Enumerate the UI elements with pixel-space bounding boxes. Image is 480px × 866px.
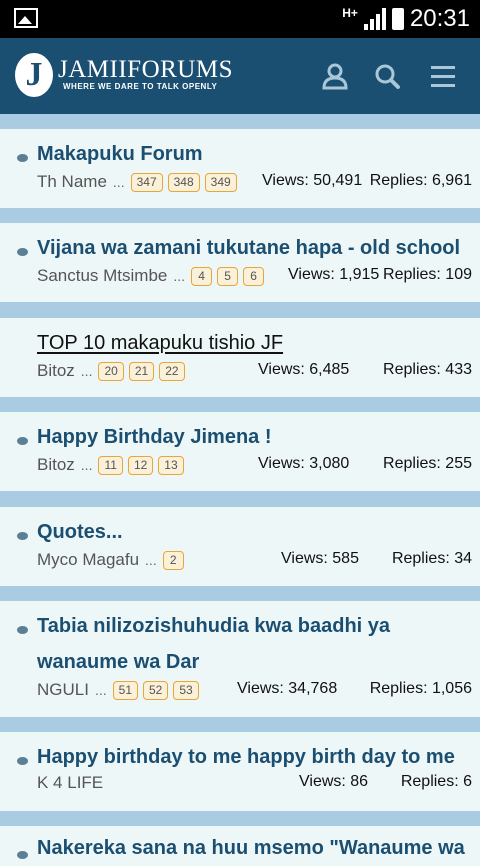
thread-author: Bitoz... 20 21 22 bbox=[37, 361, 185, 382]
logo-name[interactable]: JAMIIFORUMS bbox=[58, 56, 233, 84]
page-link[interactable]: 20 bbox=[98, 362, 124, 382]
views-count: Views: 585 bbox=[281, 550, 359, 567]
thread-author: Th Name... 347 348 349 bbox=[37, 172, 237, 193]
views-count: Views: 6,485 bbox=[258, 361, 350, 378]
thread-author: K 4 LIFE bbox=[37, 773, 104, 792]
thread-author: NGULI... 51 52 53 bbox=[37, 680, 199, 701]
page-link[interactable]: 52 bbox=[143, 681, 169, 701]
unread-indicator-icon bbox=[17, 154, 28, 162]
page-link[interactable]: 13 bbox=[158, 456, 184, 476]
thread-title[interactable]: Vijana wa zamani tukutane hapa - old sch… bbox=[37, 237, 460, 260]
unread-indicator-icon bbox=[17, 437, 28, 445]
unread-indicator-icon bbox=[17, 851, 28, 859]
thread-row[interactable]: Happy birthday to me happy birth day to … bbox=[0, 732, 480, 811]
page-link[interactable]: 347 bbox=[130, 173, 163, 193]
image-notification-icon bbox=[14, 8, 38, 28]
network-type: H+ bbox=[342, 6, 358, 20]
signal-icon bbox=[363, 8, 386, 30]
views-count: Views: 3,080 bbox=[258, 455, 350, 472]
thread-title[interactable]: Quotes... bbox=[37, 521, 123, 544]
thread-title[interactable]: Happy Birthday Jimena ! bbox=[37, 426, 272, 449]
thread-author: Sanctus Mtsimbe... 4 5 6 bbox=[37, 266, 265, 287]
thread-row[interactable]: Nakereka sana na huu msemo "Wanaume wa bbox=[0, 826, 480, 866]
views-count: Views: 1,915 bbox=[288, 266, 380, 283]
search-icon[interactable] bbox=[373, 62, 401, 90]
page-link[interactable]: 4 bbox=[191, 267, 213, 287]
page-link[interactable]: 5 bbox=[217, 267, 239, 287]
logo-icon[interactable]: J bbox=[15, 53, 53, 97]
page-link[interactable]: 348 bbox=[167, 173, 200, 193]
user-account-icon[interactable] bbox=[321, 62, 349, 90]
unread-indicator-icon bbox=[17, 532, 28, 540]
views-count: Views: 86 bbox=[299, 773, 369, 790]
page-link[interactable]: 349 bbox=[204, 173, 237, 193]
replies-count: Replies: 1,056 bbox=[369, 680, 472, 697]
replies-count: Replies: 109 bbox=[383, 266, 472, 283]
menu-icon[interactable] bbox=[429, 62, 457, 90]
page-link[interactable]: 21 bbox=[128, 362, 155, 382]
replies-count: Replies: 6 bbox=[400, 773, 472, 790]
thread-row[interactable]: Happy Birthday Jimena ! Bitoz... 11 12 13 V… bbox=[0, 412, 480, 491]
thread-title-line1[interactable]: Tabia nilizozishuhudia kwa baadhi ya bbox=[37, 615, 390, 638]
page-link[interactable]: 22 bbox=[159, 362, 185, 382]
unread-indicator-icon bbox=[17, 248, 28, 256]
thread-row[interactable]: Makapuku Forum Th Name... 347 348 349 Views… bbox=[0, 129, 480, 208]
unread-indicator-icon bbox=[17, 626, 28, 634]
battery-charging-icon bbox=[391, 8, 404, 30]
page-link[interactable]: 51 bbox=[112, 681, 138, 701]
replies-count: Replies: 433 bbox=[383, 361, 472, 378]
thread-title[interactable]: Happy birthday to me happy birth day to … bbox=[37, 746, 455, 769]
page-link[interactable]: 53 bbox=[173, 681, 199, 701]
thread-title[interactable]: TOP 10 makapuku tishio JF bbox=[37, 332, 283, 355]
thread-row[interactable]: Vijana wa zamani tukutane hapa - old sch… bbox=[0, 223, 480, 302]
page-link[interactable]: 6 bbox=[243, 267, 265, 287]
app-header: J JAMIIFORUMS WHERE WE DARE TO TALK OPEN… bbox=[0, 38, 480, 114]
status-bar: H+ 20:31 bbox=[0, 0, 480, 38]
unread-indicator-icon bbox=[17, 757, 28, 765]
thread-row[interactable]: TOP 10 makapuku tishio JF Bitoz... 20 21 22… bbox=[0, 318, 480, 397]
thread-row[interactable]: Tabia nilizozishuhudia kwa baadhi ya wan… bbox=[0, 601, 480, 717]
views-count: Views: 50,491 bbox=[262, 172, 363, 189]
thread-title-line2[interactable]: wanaume wa Dar bbox=[37, 651, 199, 674]
logo-tagline: WHERE WE DARE TO TALK OPENLY bbox=[63, 82, 218, 91]
page-link[interactable]: 12 bbox=[127, 456, 154, 476]
replies-count: Replies: 34 bbox=[391, 550, 472, 567]
page-link[interactable]: 2 bbox=[162, 551, 184, 571]
thread-author: Myco Magafu... 2 bbox=[37, 550, 184, 571]
thread-title[interactable]: Nakereka sana na huu msemo "Wanaume wa bbox=[37, 837, 465, 860]
page-link[interactable]: 11 bbox=[98, 456, 123, 476]
views-count: Views: 34,768 bbox=[237, 680, 338, 697]
replies-count: Replies: 255 bbox=[383, 455, 472, 472]
thread-title[interactable]: Makapuku Forum bbox=[37, 143, 203, 166]
replies-count: Replies: 6,961 bbox=[369, 172, 472, 189]
clock: 20:31 bbox=[409, 5, 470, 32]
thread-author: Bitoz... 11 12 13 bbox=[37, 455, 184, 476]
thread-row[interactable]: Quotes... Myco Magafu... 2 Views: 585 Rep… bbox=[0, 507, 480, 586]
